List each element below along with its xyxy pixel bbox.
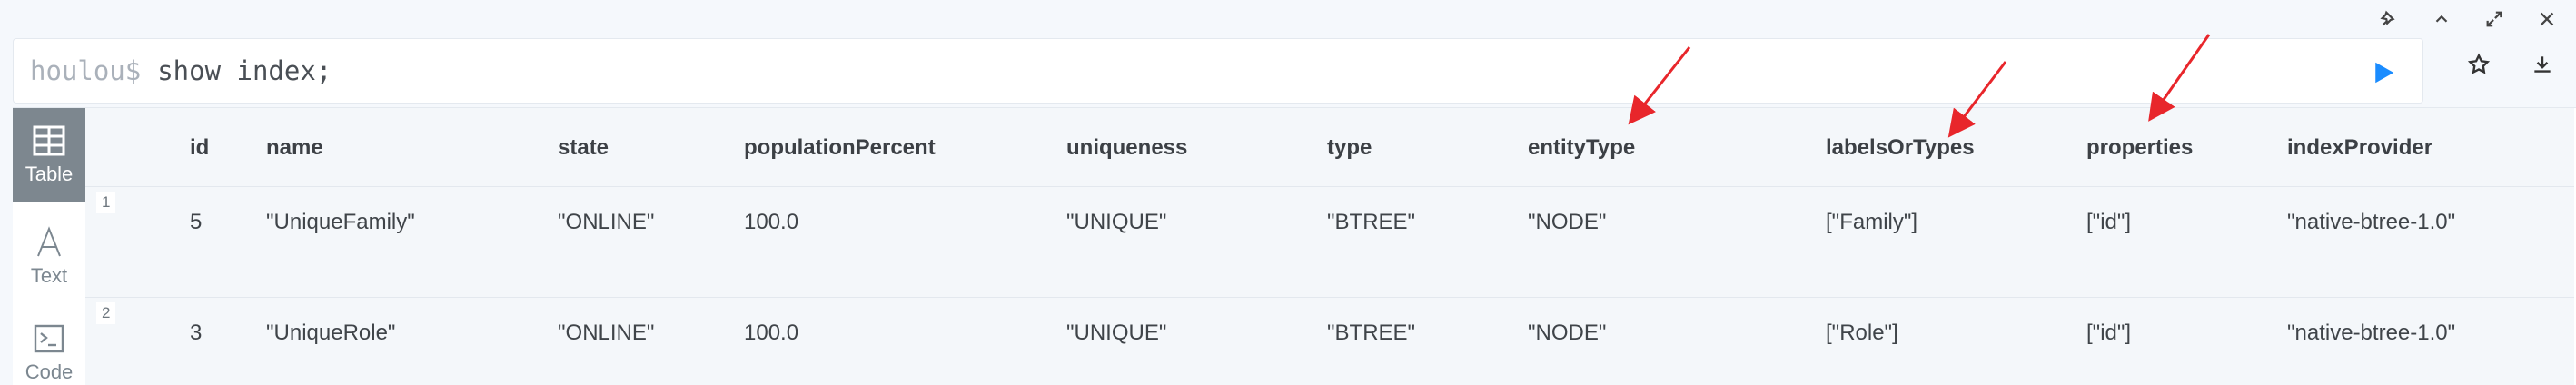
row-number: 1 [96, 192, 116, 213]
result-table: id name state populationPercent uniquene… [85, 108, 2574, 385]
pin-icon[interactable] [2373, 5, 2405, 33]
cell-uniqueness: "UNIQUE" [1066, 321, 1167, 345]
cell-entitytype: "NODE" [1528, 321, 1607, 345]
cell-properties: ["id"] [2086, 210, 2132, 234]
tab-table-label: Table [25, 163, 74, 185]
cell-type: "BTREE" [1327, 210, 1416, 234]
cell-id: 5 [190, 210, 203, 234]
cell-state: "ONLINE" [558, 321, 655, 345]
row-divider [85, 297, 2574, 298]
command-editor[interactable]: houlou$ show index; [13, 38, 2423, 104]
column-header-state[interactable]: state [558, 135, 609, 161]
cell-id: 3 [190, 321, 203, 345]
column-header-labelsortypes[interactable]: labelsOrTypes [1826, 135, 1975, 161]
column-header-indexprovider[interactable]: indexProvider [2287, 135, 2432, 161]
expand-icon[interactable] [2478, 5, 2511, 33]
browser-frame: houlou$ show index; Table Text Code id n… [0, 0, 2576, 385]
column-header-entitytype[interactable]: entityType [1528, 135, 1635, 161]
command-prompt: houlou$ [30, 55, 142, 86]
text-icon [37, 226, 61, 257]
column-header-properties[interactable]: properties [2086, 135, 2193, 161]
cell-entitytype: "NODE" [1528, 210, 1607, 234]
command-input[interactable]: show index; [157, 55, 332, 86]
column-header-id[interactable]: id [190, 135, 209, 161]
close-icon[interactable] [2531, 5, 2563, 33]
run-icon[interactable] [2370, 59, 2397, 86]
tab-table[interactable]: Table [13, 108, 85, 202]
cell-name: "UniqueFamily" [266, 210, 415, 234]
column-header-name[interactable]: name [266, 135, 323, 161]
cell-labelsortypes: ["Family"] [1826, 210, 1918, 234]
table-icon [33, 125, 65, 156]
cell-populationpercent: 100.0 [744, 210, 799, 234]
view-tabs: Table Text Code [13, 108, 86, 385]
column-header-populationpercent[interactable]: populationPercent [744, 135, 936, 161]
cell-indexprovider: "native-btree-1.0" [2287, 321, 2456, 345]
window-controls [2373, 5, 2563, 33]
cell-type: "BTREE" [1327, 321, 1416, 345]
tab-text[interactable]: Text [13, 210, 85, 304]
row-number: 2 [96, 302, 116, 324]
cell-name: "UniqueRole" [266, 321, 396, 345]
cell-populationpercent: 100.0 [744, 321, 799, 345]
collapse-icon[interactable] [2425, 5, 2458, 33]
code-icon [34, 324, 64, 353]
tab-text-label: Text [30, 264, 68, 287]
download-icon[interactable] [2529, 51, 2556, 78]
column-header-uniqueness[interactable]: uniqueness [1066, 135, 1187, 161]
star-icon[interactable] [2465, 51, 2492, 78]
tab-code-label: Code [25, 360, 74, 383]
header-divider [85, 186, 2574, 187]
editor-actions [2465, 51, 2556, 78]
result-frame: Table Text Code id name state population… [13, 107, 2576, 385]
cell-properties: ["id"] [2086, 321, 2132, 345]
tab-code[interactable]: Code [13, 306, 85, 385]
cell-state: "ONLINE" [558, 210, 655, 234]
cell-uniqueness: "UNIQUE" [1066, 210, 1167, 234]
column-header-type[interactable]: type [1327, 135, 1372, 161]
cell-labelsortypes: ["Role"] [1826, 321, 1898, 345]
cell-indexprovider: "native-btree-1.0" [2287, 210, 2456, 234]
